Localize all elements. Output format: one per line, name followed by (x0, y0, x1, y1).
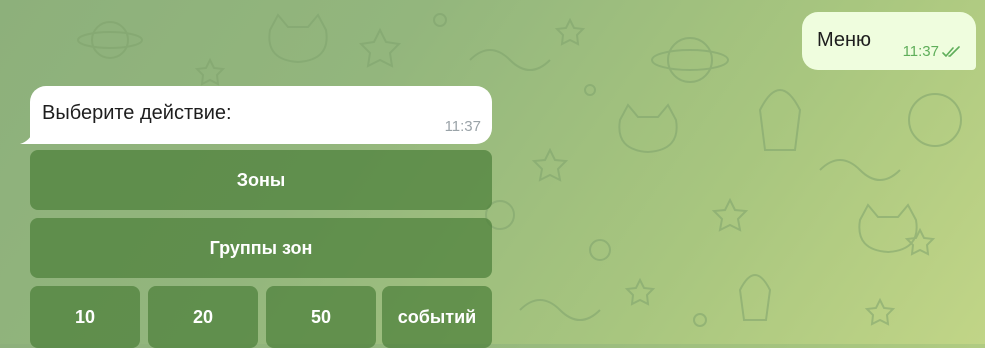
outgoing-message-meta: 11:37 (903, 43, 962, 60)
incoming-message-time: 11:37 (444, 118, 481, 135)
keyboard-button-events[interactable]: событий (382, 286, 492, 348)
outgoing-message-text: Меню (817, 29, 872, 51)
incoming-message-text: Выберите действие: (42, 102, 232, 124)
keyboard-button-zones[interactable]: Зоны (30, 150, 492, 210)
keyboard-button-zone-groups[interactable]: Группы зон (30, 218, 492, 278)
bubble-tail (20, 130, 34, 144)
keyboard-button-50[interactable]: 50 (266, 286, 376, 348)
incoming-message-bubble: Выберите действие: 11:37 (20, 86, 492, 144)
double-check-icon (942, 45, 960, 57)
outgoing-message-bubble: Меню 11:37 (802, 12, 976, 70)
outgoing-message-time: 11:37 (902, 43, 939, 60)
keyboard-button-20[interactable]: 20 (148, 286, 258, 348)
keyboard-button-10[interactable]: 10 (30, 286, 140, 348)
